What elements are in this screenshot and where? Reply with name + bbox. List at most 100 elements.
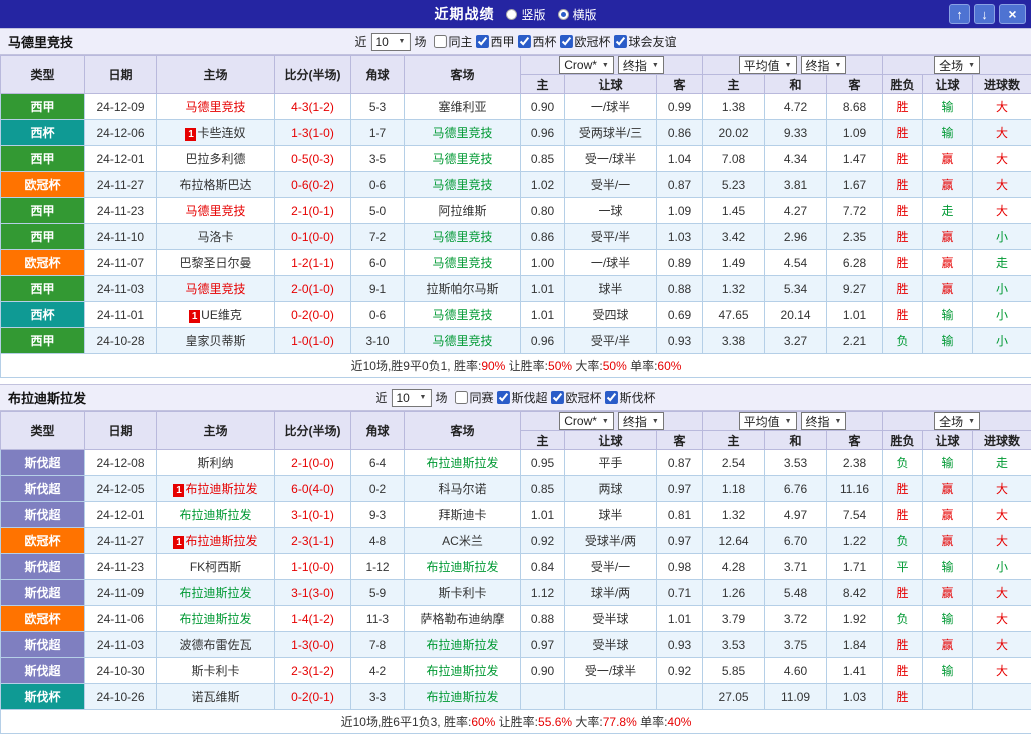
home-team-name[interactable]: 布拉迪斯拉发: [185, 534, 257, 548]
away-team-name[interactable]: 马德里竞技: [432, 256, 492, 270]
home-team-name[interactable]: 布拉格斯巴达: [179, 178, 251, 192]
match-score: 1-3(0-0): [275, 632, 351, 658]
away-team-name[interactable]: 马德里竞技: [432, 178, 492, 192]
odds-time-select[interactable]: 终指▼: [618, 412, 664, 430]
home-team-name[interactable]: 马德里竞技: [185, 282, 245, 296]
home-team-name[interactable]: 布拉迪斯拉发: [185, 482, 257, 496]
handicap-line: 平手: [565, 450, 657, 476]
away-team-name[interactable]: 马德里竞技: [432, 126, 492, 140]
checkbox-input[interactable]: [454, 391, 467, 404]
corner-score: 4-8: [351, 528, 405, 554]
checkbox-input[interactable]: [560, 35, 573, 48]
team-name[interactable]: 布拉迪斯拉发: [8, 388, 86, 407]
filter-checkbox[interactable]: 欧冠杯: [560, 33, 611, 50]
average-select[interactable]: 平均值▼: [739, 56, 797, 74]
col-avg-home: 主: [703, 75, 765, 94]
competition-badge: 欧冠杯: [1, 172, 85, 198]
away-team-name[interactable]: 布拉迪斯拉发: [426, 690, 498, 704]
home-team-name[interactable]: 马德里竞技: [185, 204, 245, 218]
away-team-name[interactable]: 马德里竞技: [432, 230, 492, 244]
match-row: 欧冠杯24-11-27布拉格斯巴达0-6(0-2)0-6马德里竞技1.02受半/…: [1, 172, 1031, 198]
checkbox-input[interactable]: [605, 391, 618, 404]
home-team-name[interactable]: 巴拉多利德: [185, 152, 245, 166]
away-team-name[interactable]: 阿拉维斯: [438, 204, 486, 218]
odds-source-select[interactable]: Crow*▼: [559, 56, 614, 74]
away-team-name[interactable]: 科马尔诺: [438, 482, 486, 496]
handicap-result: 赢: [923, 250, 973, 276]
checkbox-input[interactable]: [551, 391, 564, 404]
checkbox-label: 同主: [448, 33, 472, 50]
home-team-name[interactable]: UE维克: [201, 308, 242, 322]
away-team-cell: 阿拉维斯: [405, 198, 521, 224]
average-time-select[interactable]: 终指▼: [801, 56, 847, 74]
home-team-name[interactable]: 布拉迪斯拉发: [179, 508, 251, 522]
away-team-name[interactable]: 马德里竞技: [432, 308, 492, 322]
checkbox-input[interactable]: [433, 35, 446, 48]
recent-count-select[interactable]: 10 ▼: [391, 389, 431, 407]
filter-checkbox[interactable]: 西甲: [475, 33, 514, 50]
home-team-name[interactable]: 马洛卡: [197, 230, 233, 244]
home-team-name[interactable]: 斯利纳: [197, 456, 233, 470]
home-team-cell: 诺瓦维斯: [157, 684, 275, 710]
move-down-button[interactable]: ↓: [974, 4, 995, 24]
odds-time-select[interactable]: 终指▼: [618, 56, 664, 74]
filter-checkbox[interactable]: 同赛: [454, 389, 493, 406]
team-name[interactable]: 马德里竞技: [8, 32, 73, 51]
filter-checkbox[interactable]: 斯伐杯: [605, 389, 656, 406]
home-odds: 0.97: [521, 632, 565, 658]
home-team-cell: 斯卡利卡: [157, 658, 275, 684]
filter-checkbox[interactable]: 球会友谊: [614, 33, 677, 50]
scope-select[interactable]: 全场▼: [934, 412, 980, 430]
average-time-select[interactable]: 终指▼: [801, 412, 847, 430]
home-team-name[interactable]: 斯卡利卡: [191, 664, 239, 678]
home-team-name[interactable]: 卡些连奴: [197, 126, 245, 140]
move-up-button[interactable]: ↑: [949, 4, 970, 24]
home-team-name[interactable]: 马德里竞技: [185, 100, 245, 114]
away-team-name[interactable]: 斯卡利卡: [438, 586, 486, 600]
checkbox-input[interactable]: [614, 35, 627, 48]
col-corner: 角球: [351, 412, 405, 450]
away-team-name[interactable]: 马德里竞技: [432, 152, 492, 166]
close-button[interactable]: ×: [999, 4, 1026, 24]
view-radio-horizontal[interactable]: 横版: [558, 6, 597, 23]
home-team-name[interactable]: 波德布雷佐瓦: [179, 638, 251, 652]
odds-source-select[interactable]: Crow*▼: [559, 412, 614, 430]
away-odds: 0.88: [657, 276, 703, 302]
checkbox-input[interactable]: [518, 35, 531, 48]
away-team-name[interactable]: 拜斯迪卡: [438, 508, 486, 522]
avg-draw-odds: 6.70: [765, 528, 827, 554]
filter-checkbox[interactable]: 欧冠杯: [551, 389, 602, 406]
home-team-name[interactable]: 皇家贝蒂斯: [185, 334, 245, 348]
home-team-cell: 波德布雷佐瓦: [157, 632, 275, 658]
match-date: 24-11-09: [85, 580, 157, 606]
filter-checkbox[interactable]: 同主: [433, 33, 472, 50]
away-team-name[interactable]: 布拉迪斯拉发: [426, 560, 498, 574]
away-team-name[interactable]: 塞维利亚: [438, 100, 486, 114]
corner-score: 3-5: [351, 146, 405, 172]
home-team-name[interactable]: FK柯西斯: [190, 560, 241, 574]
scope-select[interactable]: 全场▼: [934, 56, 980, 74]
away-team-name[interactable]: 布拉迪斯拉发: [426, 638, 498, 652]
home-team-name[interactable]: 巴黎圣日尔曼: [179, 256, 251, 270]
view-radio-vertical[interactable]: 竖版: [506, 6, 545, 23]
recent-count-select[interactable]: 10 ▼: [370, 33, 410, 51]
away-team-name[interactable]: 拉斯帕尔马斯: [426, 282, 498, 296]
home-team-name[interactable]: 布拉迪斯拉发: [179, 612, 251, 626]
avg-home-odds: 1.49: [703, 250, 765, 276]
filter-checkbox[interactable]: 西杯: [518, 33, 557, 50]
avg-draw-odds: 3.75: [765, 632, 827, 658]
home-team-name[interactable]: 布拉迪斯拉发: [179, 586, 251, 600]
home-team-name[interactable]: 诺瓦维斯: [191, 690, 239, 704]
checkbox-input[interactable]: [475, 35, 488, 48]
select-value: 全场: [939, 413, 963, 430]
away-team-name[interactable]: 马德里竞技: [432, 334, 492, 348]
checkbox-input[interactable]: [497, 391, 510, 404]
filter-checkbox[interactable]: 斯伐超: [497, 389, 548, 406]
checkbox-label: 西杯: [533, 33, 557, 50]
away-team-name[interactable]: 萨格勒布迪纳摩: [420, 612, 504, 626]
match-score: 2-1(0-1): [275, 198, 351, 224]
away-team-name[interactable]: 布拉迪斯拉发: [426, 456, 498, 470]
average-select[interactable]: 平均值▼: [739, 412, 797, 430]
away-team-name[interactable]: AC米兰: [442, 534, 483, 548]
away-team-name[interactable]: 布拉迪斯拉发: [426, 664, 498, 678]
